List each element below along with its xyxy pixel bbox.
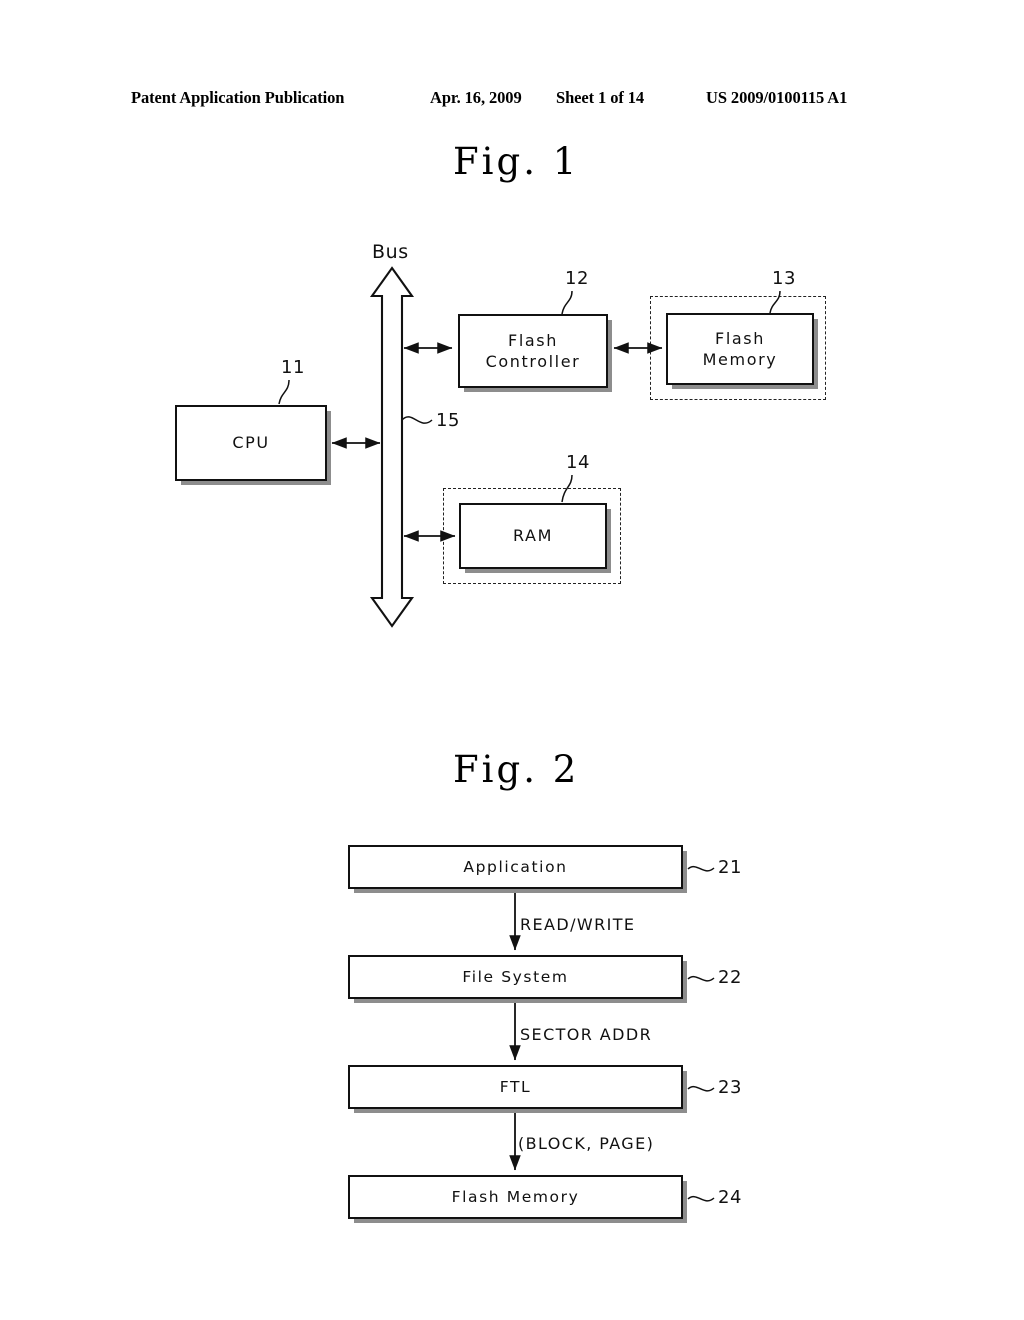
block-flash-memory-stack: Flash Memory: [348, 1175, 683, 1219]
bus-arrow: [369, 266, 415, 628]
ref-21: 21: [718, 857, 742, 878]
block-application: Application: [348, 845, 683, 889]
block-flash-controller-label: Flash Controller: [485, 330, 581, 371]
leader-ref-24: [687, 1195, 715, 1202]
bus-label: Bus: [372, 241, 409, 263]
figure-line-overlay: [278, 266, 781, 1202]
block-flash-memory: Flash Memory: [666, 313, 814, 385]
ref-14: 14: [566, 452, 590, 473]
leader-ref-15: [401, 416, 433, 424]
ref-13: 13: [772, 268, 796, 289]
ref-23: 23: [718, 1077, 742, 1098]
leader-ref-21: [687, 865, 715, 872]
block-cpu-label: CPU: [232, 433, 270, 453]
ref-11: 11: [281, 357, 305, 378]
ref-12: 12: [565, 268, 589, 289]
header-publication: Patent Application Publication: [131, 88, 345, 107]
header-sheet: Sheet 1 of 14: [556, 88, 645, 107]
ref-22: 22: [718, 967, 742, 988]
block-flash-controller: Flash Controller: [458, 314, 608, 388]
ref-24: 24: [718, 1187, 742, 1208]
leader-ref-23: [687, 1085, 715, 1092]
arrow-label-read-write: READ/WRITE: [520, 915, 636, 934]
header-patent-number: US 2009/0100115 A1: [706, 88, 848, 107]
leader-ref-22: [687, 975, 715, 982]
ref-15: 15: [436, 410, 460, 431]
block-file-system-label: File System: [462, 967, 569, 986]
block-flash-memory-label: Flash Memory: [702, 328, 778, 369]
block-cpu: CPU: [175, 405, 327, 481]
leader-ref-11: [278, 379, 290, 405]
block-ftl-label: FTL: [499, 1077, 532, 1096]
block-ram: RAM: [459, 503, 607, 569]
arrow-label-block-page: (BLOCK, PAGE): [518, 1134, 655, 1153]
block-file-system: File System: [348, 955, 683, 999]
block-ftl: FTL: [348, 1065, 683, 1109]
arrow-label-sector-addr: SECTOR ADDR: [520, 1025, 653, 1044]
block-flash-memory-stack-label: Flash Memory: [451, 1187, 580, 1206]
figure-2-title: Fig. 2: [453, 748, 580, 791]
block-ram-label: RAM: [512, 526, 554, 546]
block-application-label: Application: [463, 857, 568, 876]
leader-ref-12: [561, 290, 573, 315]
page-header: Patent Application Publication Apr. 16, …: [0, 88, 1024, 114]
figure-1-title: Fig. 1: [453, 140, 580, 183]
header-date: Apr. 16, 2009: [430, 88, 522, 107]
